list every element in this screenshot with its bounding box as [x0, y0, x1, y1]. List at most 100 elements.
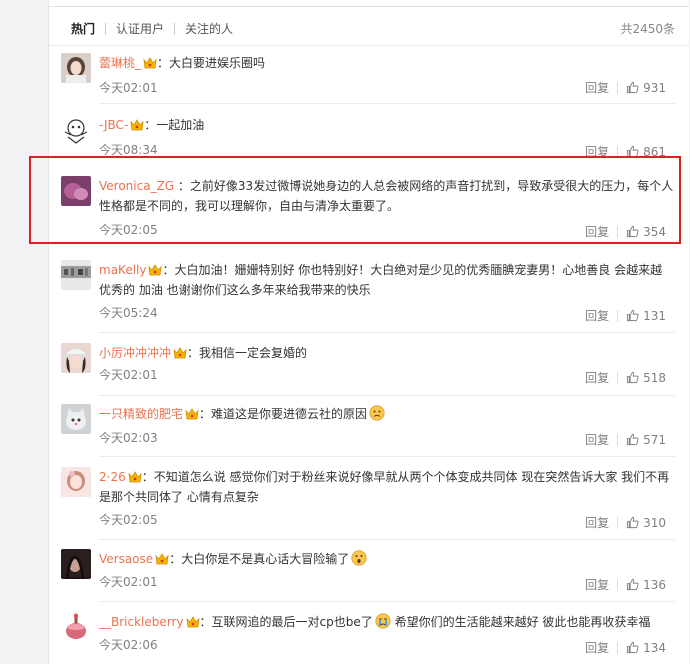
top-divider	[49, 6, 689, 7]
like-count: 931	[643, 80, 666, 95]
crying-face-emoji-icon	[375, 613, 391, 629]
action-divider	[617, 81, 619, 94]
like-button[interactable]: 518	[626, 371, 666, 385]
comment-content: maKelly ：大白加油！姗姗特别好 你也特别好！大白绝对是少见的优秀腼腆宠妻男…	[99, 260, 674, 300]
sad-face-emoji-icon	[369, 405, 385, 421]
tab-verified-users[interactable]: 认证用户	[106, 19, 174, 39]
like-count: 310	[643, 515, 666, 530]
comment-divider	[99, 332, 675, 333]
girl-avatar[interactable]	[61, 53, 91, 83]
comment-actions: 回复 931	[585, 79, 666, 96]
comment-divider	[99, 539, 675, 540]
comment-time: 今天02:01	[99, 575, 158, 589]
action-divider	[617, 371, 619, 384]
like-button[interactable]: 931	[626, 81, 666, 95]
comment-text: ：难道这是你要进德云社的原因	[199, 407, 368, 421]
comment-content: -JBC- ：一起加油	[99, 115, 674, 135]
cake-avatar[interactable]	[61, 612, 91, 642]
username-link[interactable]: 小厉冲冲冲冲	[99, 346, 171, 360]
crown-badge-icon	[128, 469, 142, 483]
comment-divider	[99, 601, 675, 602]
cat-avatar[interactable]	[61, 404, 91, 434]
username-link[interactable]: 一只精致的肥宅	[99, 407, 183, 421]
comment-text: ：不知道怎么说 感觉你们对于粉丝来说好像早就从两个个体变成共同体 现在突然告诉大…	[99, 470, 670, 504]
crown-badge-icon	[148, 262, 163, 276]
thumbs-up-icon	[627, 371, 639, 384]
username-link[interactable]: 蕾琳桃_	[99, 56, 141, 70]
reply-button[interactable]: 回复	[585, 514, 609, 531]
comment-text: ：我相信一定会复婚的	[187, 346, 308, 360]
comment-divider	[99, 456, 675, 457]
tab-hot[interactable]: 热门	[69, 19, 105, 39]
surprised-face-emoji-icon	[351, 550, 367, 566]
comment-text: ：互联网追的最后一对cp也be了	[199, 615, 373, 629]
thumbs-up-icon	[627, 641, 639, 654]
reply-button[interactable]: 回复	[585, 639, 609, 656]
thumbs-up-icon	[627, 578, 639, 591]
username-link[interactable]: Versaose	[99, 552, 153, 566]
thumbs-up-icon	[627, 516, 639, 529]
reply-button[interactable]: 回复	[585, 369, 609, 386]
comment-actions: 回复 131	[585, 307, 666, 324]
crown-badge-icon	[173, 345, 187, 359]
tabs-divider	[49, 45, 689, 46]
comment-content: 2·26 ：不知道怎么说 感觉你们对于粉丝来说好像早就从两个个体变成共同体 现在突…	[99, 467, 674, 507]
gray-avatar[interactable]	[61, 260, 91, 290]
crown-badge-icon	[130, 117, 144, 131]
like-count: 134	[643, 640, 666, 655]
crown-badge-icon	[155, 551, 169, 565]
comment-actions: 回复 136	[585, 576, 666, 593]
like-count: 131	[643, 308, 666, 323]
reply-button[interactable]: 回复	[585, 307, 609, 324]
hat-avatar[interactable]	[61, 343, 91, 373]
comment-divider	[99, 103, 675, 104]
comment-text: ：一起加油	[144, 118, 205, 132]
like-button[interactable]: 310	[626, 516, 666, 530]
comment-actions: 回复 134	[585, 639, 666, 656]
username-link[interactable]: maKelly	[99, 263, 146, 277]
action-divider	[617, 516, 619, 529]
cartoon-avatar[interactable]	[61, 115, 91, 145]
dark-avatar[interactable]	[61, 549, 91, 579]
reply-button[interactable]: 回复	[585, 431, 609, 448]
username-link[interactable]: -JBC-	[99, 118, 128, 132]
reply-button[interactable]: 回复	[585, 79, 609, 96]
pink-avatar[interactable]	[61, 467, 91, 497]
thumbs-up-icon	[627, 433, 639, 446]
comment-text-continued: 希望你们的生活能越来越好 彼此也能再收获幸福	[394, 615, 651, 629]
comment-text: ：大白要进娱乐圈吗	[157, 56, 266, 70]
comment-divider	[99, 395, 675, 396]
comment-time: 今天02:05	[99, 513, 158, 527]
crown-badge-icon	[185, 614, 200, 628]
reply-button[interactable]: 回复	[585, 576, 609, 593]
comment-content: 小厉冲冲冲冲 ：我相信一定会复婚的	[99, 343, 674, 363]
like-count: 136	[643, 577, 666, 592]
like-button[interactable]: 131	[626, 309, 666, 323]
comment-content: 蕾琳桃_ ：大白要进娱乐圈吗	[99, 53, 674, 73]
like-button[interactable]: 571	[626, 433, 666, 447]
action-divider	[617, 578, 619, 591]
like-button[interactable]: 134	[626, 641, 666, 655]
action-divider	[617, 433, 619, 446]
thumbs-up-icon	[627, 81, 639, 94]
comment-time: 今天02:01	[99, 81, 158, 95]
comment-content: __Brickleberry ：互联网追的最后一对cp也be了 希望你们的生活能越…	[99, 612, 674, 632]
like-count: 518	[643, 370, 666, 385]
crown-badge-icon	[143, 55, 157, 69]
tab-following[interactable]: 关注的人	[175, 19, 243, 39]
like-count: 571	[643, 432, 666, 447]
comment-content: 一只精致的肥宅 ：难道这是你要进德云社的原因	[99, 404, 674, 424]
comment-actions: 回复 571	[585, 431, 666, 448]
like-button[interactable]: 136	[626, 578, 666, 592]
comment-time: 今天05:24	[99, 306, 158, 320]
action-divider	[617, 641, 619, 654]
username-link[interactable]: 2·26	[99, 470, 126, 484]
username-link[interactable]: __Brickleberry	[99, 615, 184, 629]
comment-actions: 回复 310	[585, 514, 666, 531]
comment-text: ：大白你是不是真心话大冒险输了	[169, 552, 350, 566]
thumbs-up-icon	[627, 309, 639, 322]
highlight-box	[29, 156, 681, 244]
comment-count: 共2450条	[620, 22, 675, 36]
comment-content: Versaose ：大白你是不是真心话大冒险输了	[99, 549, 674, 569]
comment-tabs: 热门 认证用户 关注的人	[69, 18, 243, 40]
